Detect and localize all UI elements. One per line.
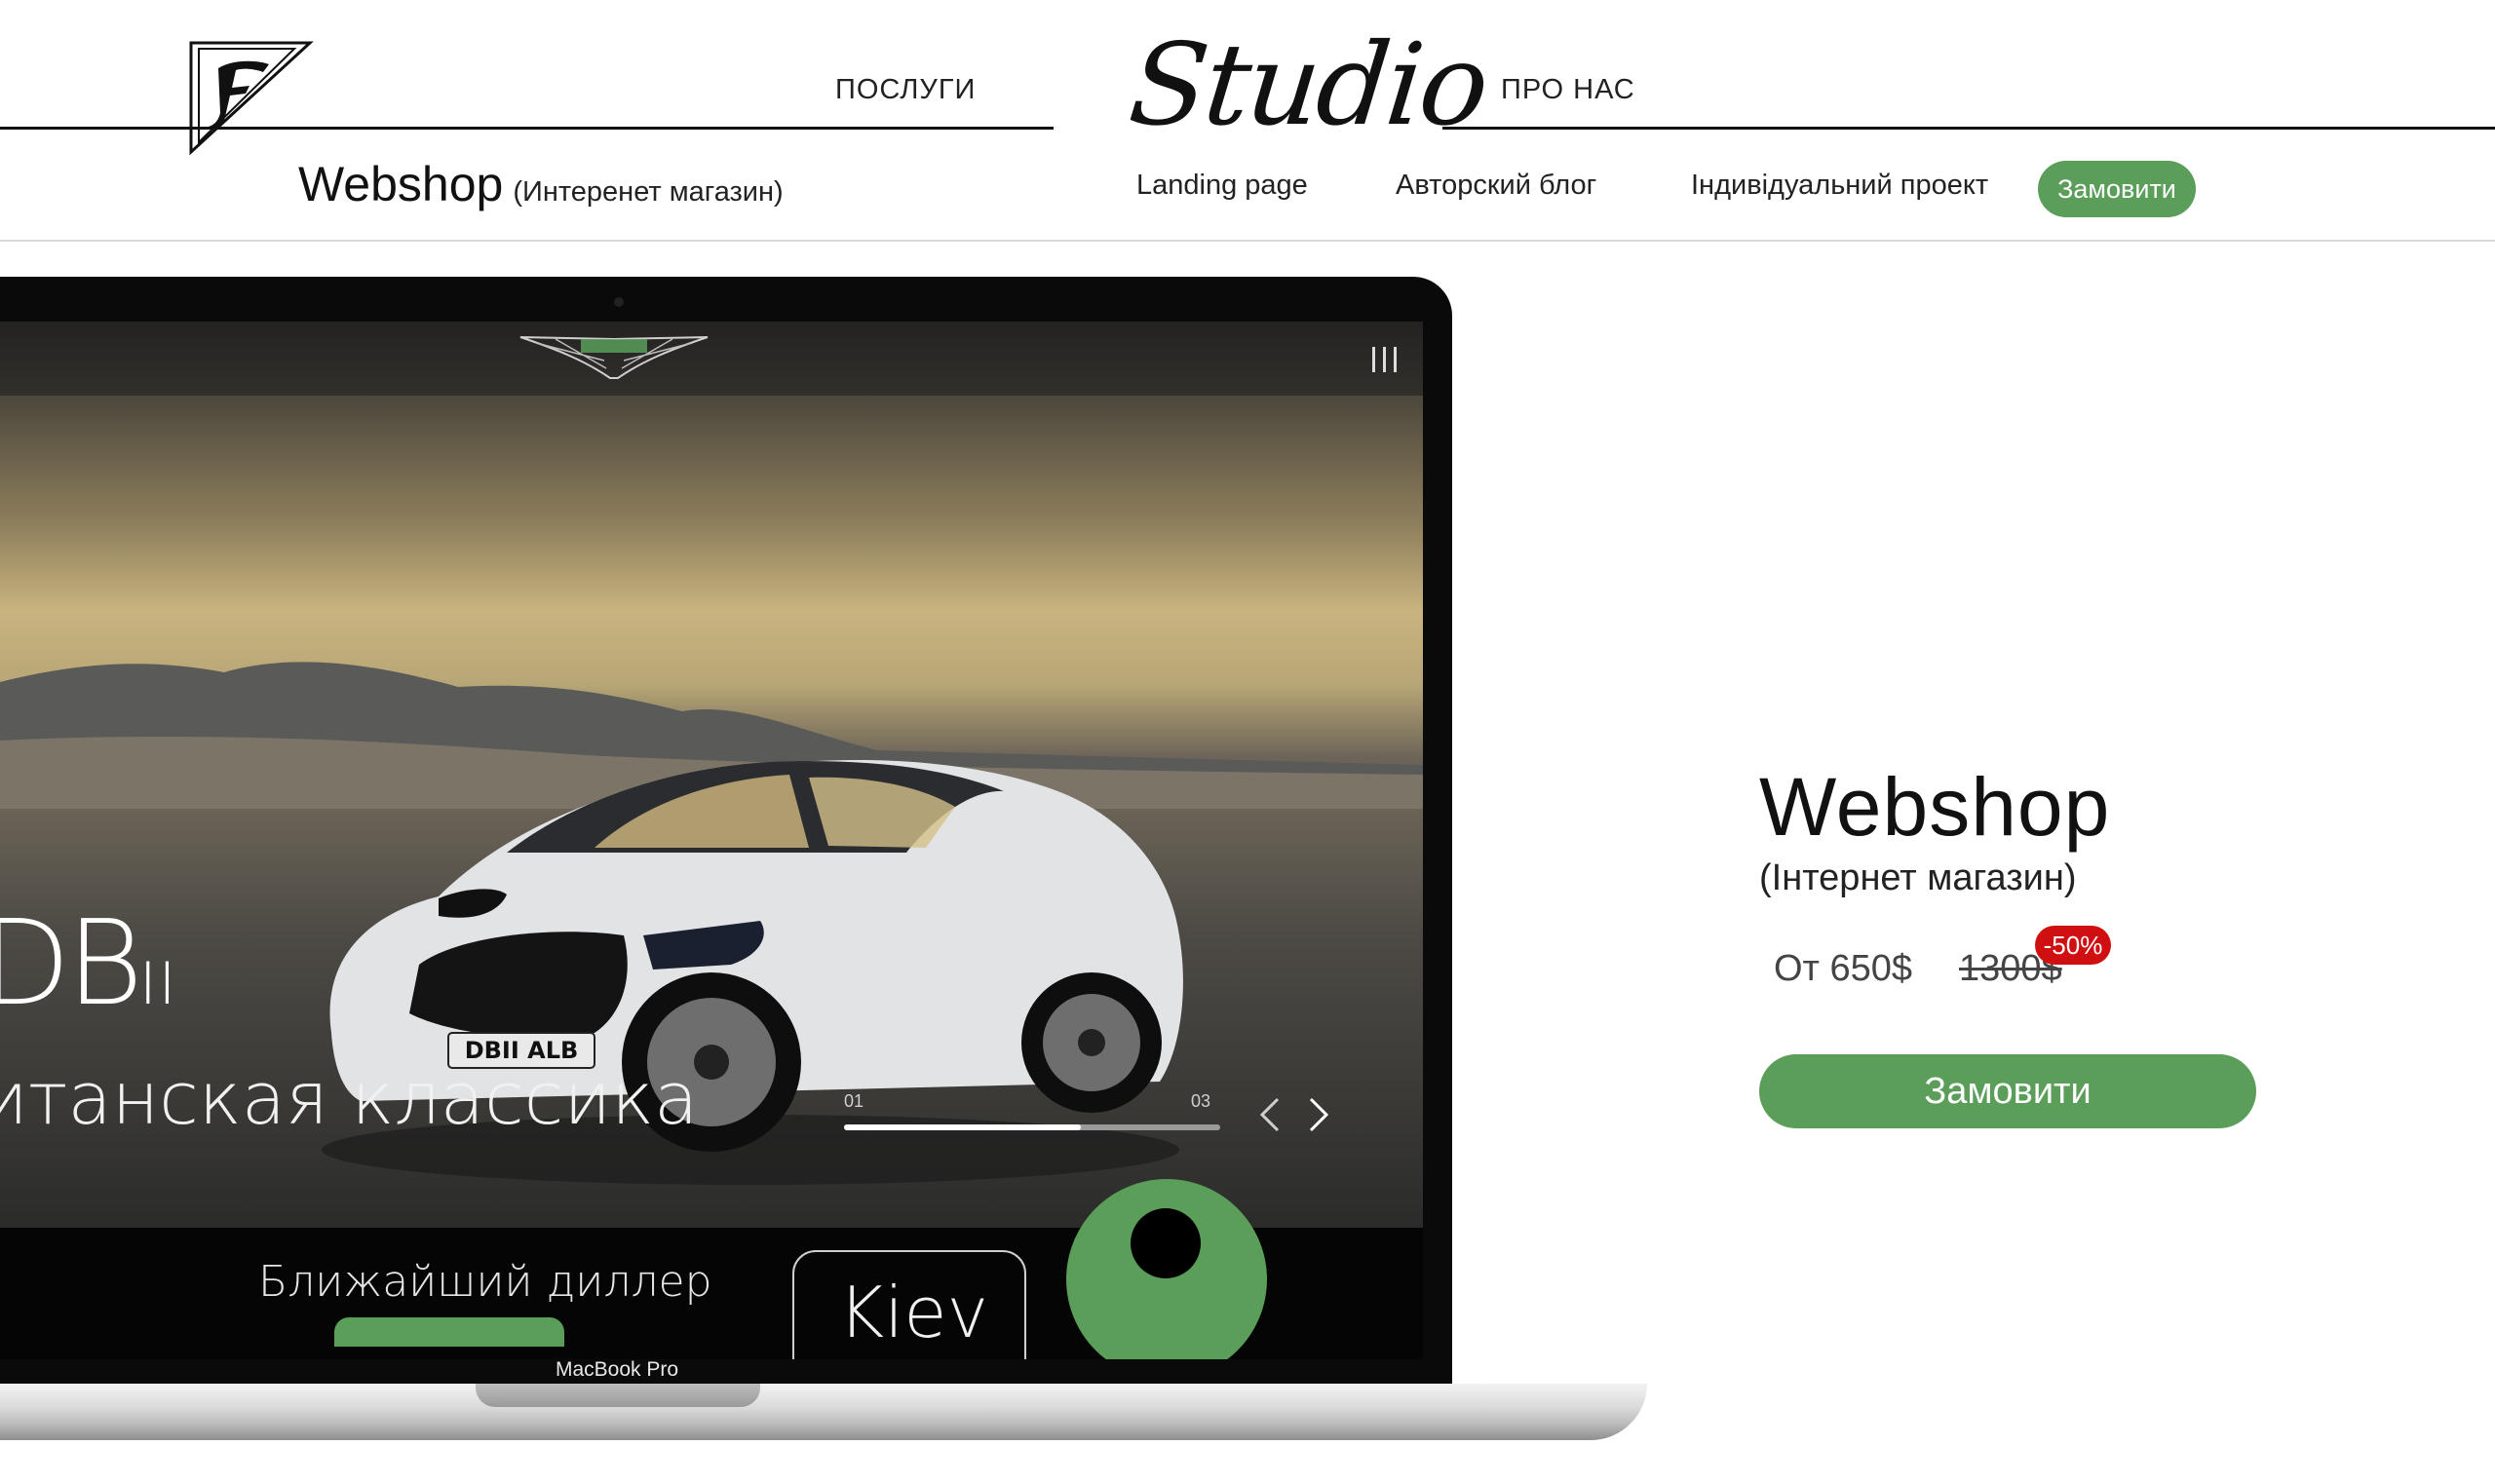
product-price: От 650$	[1774, 948, 1913, 989]
slide-progress-fill	[844, 1124, 1082, 1130]
header-rule-right	[1442, 127, 2495, 130]
page-title-note: (Интеренет магазин)	[513, 176, 784, 208]
slide-start-label: 01	[844, 1091, 864, 1111]
discount-badge: -50%	[2035, 926, 2111, 965]
car-model-name: DB	[0, 896, 143, 1032]
aston-martin-logo-icon[interactable]	[517, 331, 711, 384]
page-title: Webshop (Интеренет магазин)	[298, 156, 784, 212]
studio-logo-icon[interactable]	[185, 39, 322, 156]
product-title: Webshop	[1759, 761, 2111, 853]
header-order-button[interactable]: Замовити	[2038, 161, 2196, 217]
order-button[interactable]: Замовити	[1759, 1054, 2256, 1128]
city-name: Kiev	[838, 1272, 989, 1353]
car-model-title: DBII	[0, 896, 177, 1032]
laptop-base	[0, 1384, 1647, 1440]
header-rule-left	[0, 127, 1054, 130]
header-divider	[0, 240, 2495, 242]
sub-nav-individual[interactable]: Індивідуальний проект	[1691, 170, 1988, 202]
dealer-button[interactable]	[334, 1317, 564, 1347]
page-title-text: Webshop	[298, 157, 504, 211]
slide-progress-track	[844, 1124, 1220, 1130]
device-label: MacBook Pro	[556, 1358, 679, 1381]
brand-wordmark[interactable]: Studio	[1124, 19, 1492, 151]
nav-services[interactable]: ПОСЛУГИ	[835, 74, 976, 106]
sub-nav-landing[interactable]: Landing page	[1136, 170, 1308, 202]
laptop-screen: DBII ALB DBII итанская классика 01 03 Бл…	[0, 322, 1423, 1359]
camera-dot	[614, 297, 624, 307]
preview-topbar	[0, 322, 1423, 396]
slide-end-label: 03	[1191, 1091, 1211, 1111]
car-tagline: итанская классика	[0, 1057, 699, 1141]
slide-next-arrow-icon[interactable]	[1301, 1091, 1336, 1138]
car-model-suffix: II	[138, 950, 178, 1018]
sub-nav-blog[interactable]: Авторский блог	[1396, 170, 1596, 202]
menu-burger-icon[interactable]	[1372, 347, 1400, 372]
laptop-notch	[476, 1384, 760, 1407]
nav-about[interactable]: ПРО НАС	[1501, 74, 1635, 106]
dealer-text: Ближайший диллер	[258, 1257, 712, 1307]
product-subtitle: (Інтернет магазин)	[1759, 857, 2077, 898]
screen-side-bezel	[1423, 322, 1433, 1359]
slide-prev-arrow-icon[interactable]	[1252, 1091, 1287, 1138]
